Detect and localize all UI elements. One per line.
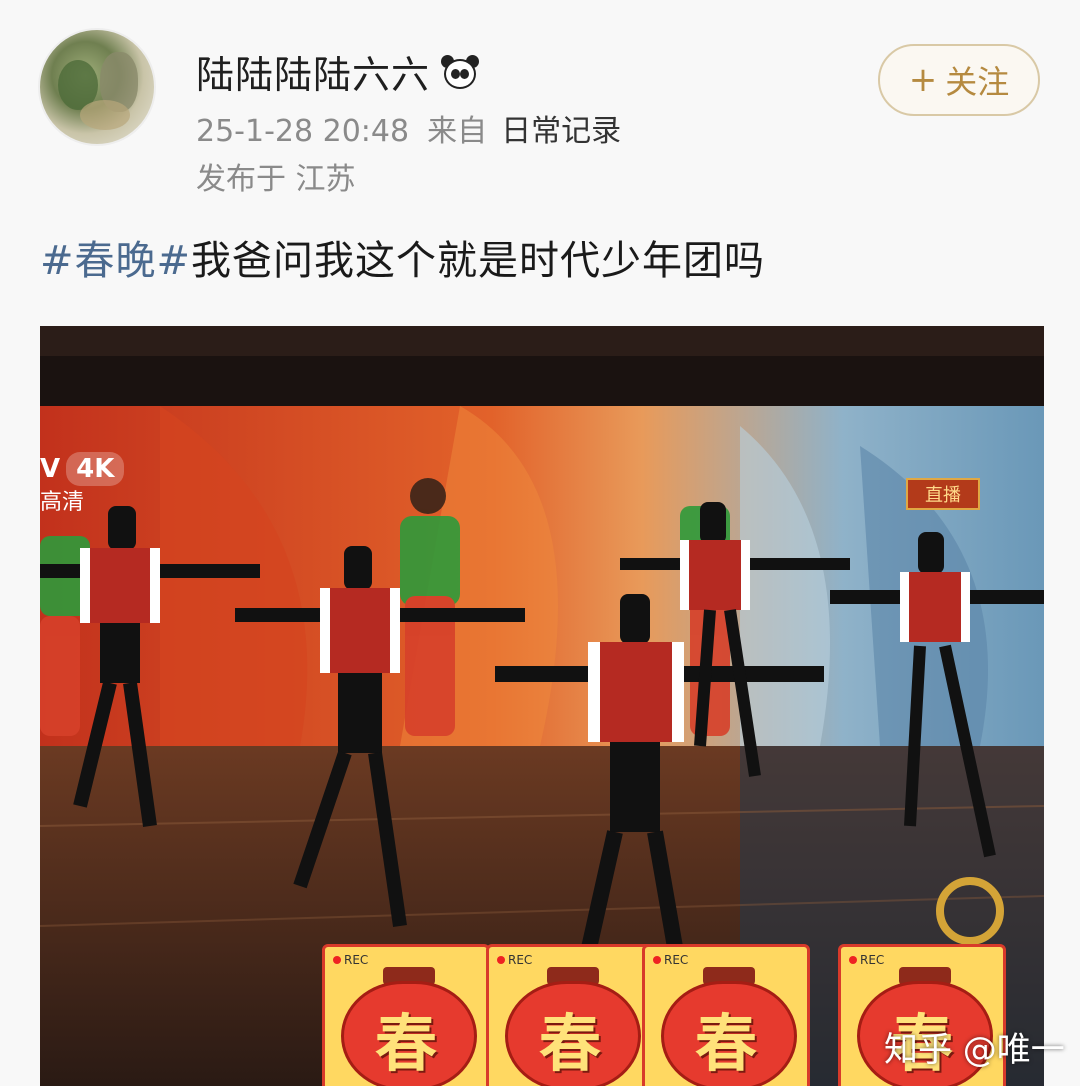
sticker-char: 春 xyxy=(694,1007,757,1080)
rec-label: REC xyxy=(849,953,884,967)
spring-lantern-sticker: REC 春 xyxy=(322,944,490,1086)
post-body: 我爸问我这个就是时代少年团吗 xyxy=(191,238,766,284)
sticker-char: 春 xyxy=(374,1007,437,1080)
post-datetime: 25-1-28 20:48 xyxy=(196,114,410,149)
hd-label: 高清 xyxy=(40,490,85,515)
sticker-char: 春 xyxy=(538,1007,601,1080)
post-meta: 25-1-28 20:48 来自 日常记录 xyxy=(196,106,621,150)
from-label: 来自 xyxy=(427,114,488,149)
weibo-post-card: 陆陆陆陆六六 25-1-28 20:48 来自 日常记录 发布于 江苏 + 关注 #… xyxy=(0,0,1080,1086)
live-badge: 直播 xyxy=(906,478,980,510)
avatar[interactable] xyxy=(38,28,156,146)
channel-letter: V xyxy=(40,454,61,484)
follow-button[interactable]: + 关注 xyxy=(878,44,1040,116)
zhihu-watermark: 知乎 @唯一 xyxy=(884,1030,1065,1070)
rec-label: REC xyxy=(333,953,368,967)
quality-badge: 4K xyxy=(66,452,125,486)
plus-icon: + xyxy=(908,60,938,100)
rec-label: REC xyxy=(653,953,688,967)
channel-badge: V 4K xyxy=(40,452,125,486)
follow-label: 关注 xyxy=(945,63,1010,101)
spring-lantern-sticker: REC 春 xyxy=(642,944,810,1086)
post-source[interactable]: 日常记录 xyxy=(501,114,621,149)
username[interactable]: 陆陆陆陆六六 xyxy=(196,44,480,99)
spring-lantern-sticker: REC 春 xyxy=(486,944,654,1086)
panda-icon xyxy=(440,53,480,91)
username-text[interactable]: 陆陆陆陆六六 xyxy=(196,44,430,99)
post-text: #春晚#我爸问我这个就是时代少年团吗 xyxy=(40,228,765,286)
hashtag-link[interactable]: #春晚# xyxy=(40,238,191,284)
rec-label: REC xyxy=(497,953,532,967)
post-location: 发布于 江苏 xyxy=(196,162,356,197)
